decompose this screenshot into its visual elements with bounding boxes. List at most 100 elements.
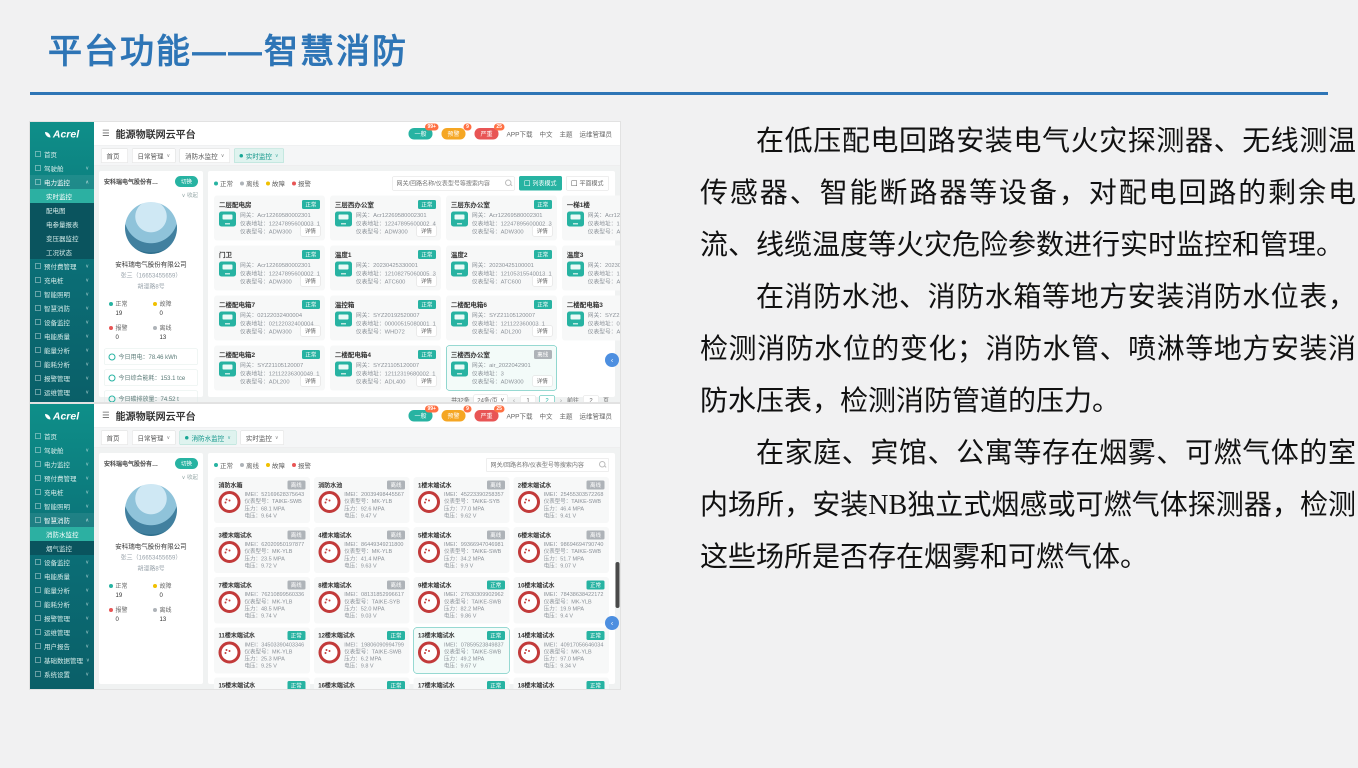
sidebar-item[interactable]: 预付费管理 ∨ [30,259,94,273]
view-mode-button[interactable]: 列表模式 [519,176,562,191]
detail-button[interactable]: 详情 [300,376,320,387]
topbar-link[interactable]: 中文 [539,129,552,139]
sidebar-item[interactable]: 电能质量 ∨ [30,329,94,343]
tab[interactable]: 首页 [101,148,128,163]
sidebar-item[interactable]: 充电桩 ∨ [30,273,94,287]
water-device-card[interactable]: 7楼末端试水 离线 IMEI：76210899560336 仪表型号：MK-YL… [214,577,310,623]
topbar-link[interactable]: 主题 [559,129,572,139]
detail-button[interactable]: 详情 [300,226,320,237]
device-card[interactable]: 二楼配电箱2 正常 网关：SYZ21105120007 仪表地址：1211223… [214,346,325,391]
sidebar-item[interactable]: 烟气监控 [30,541,94,555]
collapse-drawer-button[interactable]: ‹ [605,353,619,367]
page-number[interactable]: 1 [520,395,536,402]
sidebar-item[interactable]: 智能照明 ∨ [30,287,94,301]
water-device-card[interactable]: 5楼末端试水 离线 IMEI：99366947046981 仪表型号：TAIKE… [414,527,510,573]
search-icon[interactable] [599,461,606,468]
device-card[interactable]: 温度3 正常 网关：20230425330001 仪表地址：1210533554… [562,246,620,291]
alarm-pill[interactable]: 一般 99+ [408,128,432,140]
switch-company-button[interactable]: 切换 [175,176,198,187]
sidebar-item[interactable]: 报警管理 ∨ [30,611,94,625]
page-number[interactable]: 2 [539,395,555,402]
device-card[interactable]: 二楼配电箱3 正常 网关：SYZ21105120007 仪表地址：0000095… [562,296,620,341]
water-device-card[interactable]: 17楼末端试水 正常 IMEI：85976897223310 仪表型号：MK-Y… [414,677,510,689]
alarm-pill[interactable]: 预警 9 [441,410,465,422]
tab[interactable]: 实时监控 ∨ [240,430,284,445]
water-device-card[interactable]: 11楼末端试水 正常 IMEI：34503390403346 仪表型号：MK-Y… [214,627,310,673]
sidebar-item[interactable]: 变压器监控 [30,231,94,245]
water-device-card[interactable]: 9楼末端试水 正常 IMEI：27630309902962 仪表型号：TAIKE… [414,577,510,623]
sidebar-item[interactable]: 报警管理 ∨ [30,371,94,385]
device-card[interactable]: 门卫 正常 网关：Acr12269580002301 仪表地址：12247895… [214,246,325,291]
device-card[interactable]: 三层西办公室 正常 网关：Acr12269580002301 仪表地址：1224… [330,196,441,241]
tab[interactable]: 消防水监控 ∨ [180,430,237,445]
topbar-link[interactable]: APP下载 [506,411,532,421]
sidebar-item[interactable]: 驾驶舱 ∨ [30,443,94,457]
water-device-card[interactable]: 8楼末端试水 离线 IMEI：08131852996617 仪表型号：TAIKE… [314,577,410,623]
detail-button[interactable]: 详情 [416,376,436,387]
sidebar-item[interactable]: 基础数据管理 ∨ [30,653,94,667]
sidebar-item[interactable]: 智慧消防 ∨ [30,301,94,315]
sidebar-item[interactable]: 配电图 [30,203,94,217]
topbar-link[interactable]: 主题 [559,411,572,421]
prev-page-button[interactable]: ‹ [512,397,516,402]
alarm-pill[interactable]: 严重 25 [474,128,498,140]
topbar-link[interactable]: APP下载 [506,129,532,139]
search-icon[interactable] [505,179,512,186]
device-card[interactable]: 三层东办公室 正常 网关：Acr12269580002301 仪表地址：1224… [446,196,557,241]
sidebar-item[interactable]: 电力监控 ∨ [30,457,94,471]
detail-button[interactable]: 详情 [416,276,436,287]
menu-icon[interactable]: ☰ [102,411,110,421]
device-card[interactable]: 温度2 正常 网关：20230425100001 仪表地址：1210531554… [446,246,557,291]
water-device-card[interactable]: 13楼末端试水 正常 IMEI：07859523849837 仪表型号：TAIK… [414,627,510,673]
menu-icon[interactable]: ☰ [102,129,110,139]
detail-button[interactable]: 详情 [532,376,552,387]
next-page-button[interactable]: › [559,397,563,402]
tab[interactable]: 实时监控 ∨ [234,148,284,163]
scrollbar-thumb[interactable] [616,562,620,608]
detail-button[interactable]: 详情 [532,276,552,287]
water-device-card[interactable]: 18楼末端试水 正常 IMEI：83569035831299 仪表型号：TAIK… [513,677,609,689]
water-device-card[interactable]: 消防水池 离线 IMEI：20039498445567 仪表型号：MK-YLB … [314,477,410,523]
sidebar-item[interactable]: 电能质量 ∨ [30,569,94,583]
page-size-select[interactable]: 24条/页 ∨ [474,395,508,402]
sidebar-item[interactable]: 能耗分析 ∨ [30,357,94,371]
collapse-toggle[interactable]: ∨ 收起 [104,473,198,481]
tab[interactable]: 首页 [101,430,128,445]
sidebar-item[interactable]: 系统设置 ∨ [30,667,94,681]
alarm-pill[interactable]: 严重 25 [474,410,498,422]
sidebar-item[interactable]: 能量分析 ∨ [30,583,94,597]
sidebar-item[interactable]: 运维管理 ∨ [30,625,94,639]
sidebar-item[interactable]: 电力监控 ∧ [30,175,94,189]
tab[interactable]: 日常管理 ∨ [132,148,176,163]
detail-button[interactable]: 详情 [300,326,320,337]
sidebar-item[interactable]: 智慧消防 ∧ [30,513,94,527]
sidebar-item[interactable]: 运维管理 ∨ [30,385,94,399]
sidebar-item[interactable]: 首页 [30,147,94,161]
collapse-toggle[interactable]: ∨ 收起 [104,191,198,199]
search-input[interactable] [486,458,609,472]
water-device-card[interactable]: 10楼末端试水 正常 IMEI：78438638422172 仪表型号：MK-Y… [513,577,609,623]
water-device-card[interactable]: 14楼末端试水 正常 IMEI：40917056646034 仪表型号：MK-Y… [513,627,609,673]
water-device-card[interactable]: 12楼末端试水 正常 IMEI：19806090994799 仪表型号：TAIK… [314,627,410,673]
water-device-card[interactable]: 15楼末端试水 正常 IMEI：25941208343905 仪表型号：TAIK… [214,677,310,689]
sidebar-item[interactable]: 设备监控 ∨ [30,555,94,569]
sidebar-item[interactable]: 工况状态 [30,245,94,259]
sidebar-item[interactable]: 充电桩 ∨ [30,485,94,499]
detail-button[interactable]: 详情 [416,226,436,237]
sidebar-item[interactable]: 消防水监控 [30,527,94,541]
alarm-pill[interactable]: 一般 99+ [408,410,432,422]
water-device-card[interactable]: 6楼末端试水 离线 IMEI：98694694790740 仪表型号：TAIKE… [513,527,609,573]
device-card[interactable]: 温控箱 正常 网关：SYZ20192520007 仪表地址：0000051508… [330,296,441,341]
water-device-card[interactable]: 4楼末端试水 离线 IMEI：86449349211800 仪表型号：MK-YL… [314,527,410,573]
device-card[interactable]: 二楼配电箱7 正常 网关：02122032400004 仪表地址：0212203… [214,296,325,341]
sidebar-item[interactable]: 能量分析 ∨ [30,343,94,357]
sidebar-item[interactable]: 电参量报表 [30,217,94,231]
device-card[interactable]: 二楼配电箱6 正常 网关：SYZ21105120007 仪表地址：1211223… [446,296,557,341]
goto-page-input[interactable]: 2 [583,395,599,402]
switch-company-button[interactable]: 切换 [175,458,198,469]
topbar-link[interactable]: 运维管理员 [579,129,612,139]
detail-button[interactable]: 详情 [416,326,436,337]
water-device-card[interactable]: 1楼末端试水 离线 IMEI：45223390258357 仪表型号：TAIKE… [414,477,510,523]
sidebar-item[interactable]: 能耗分析 ∨ [30,597,94,611]
detail-button[interactable]: 详情 [532,326,552,337]
